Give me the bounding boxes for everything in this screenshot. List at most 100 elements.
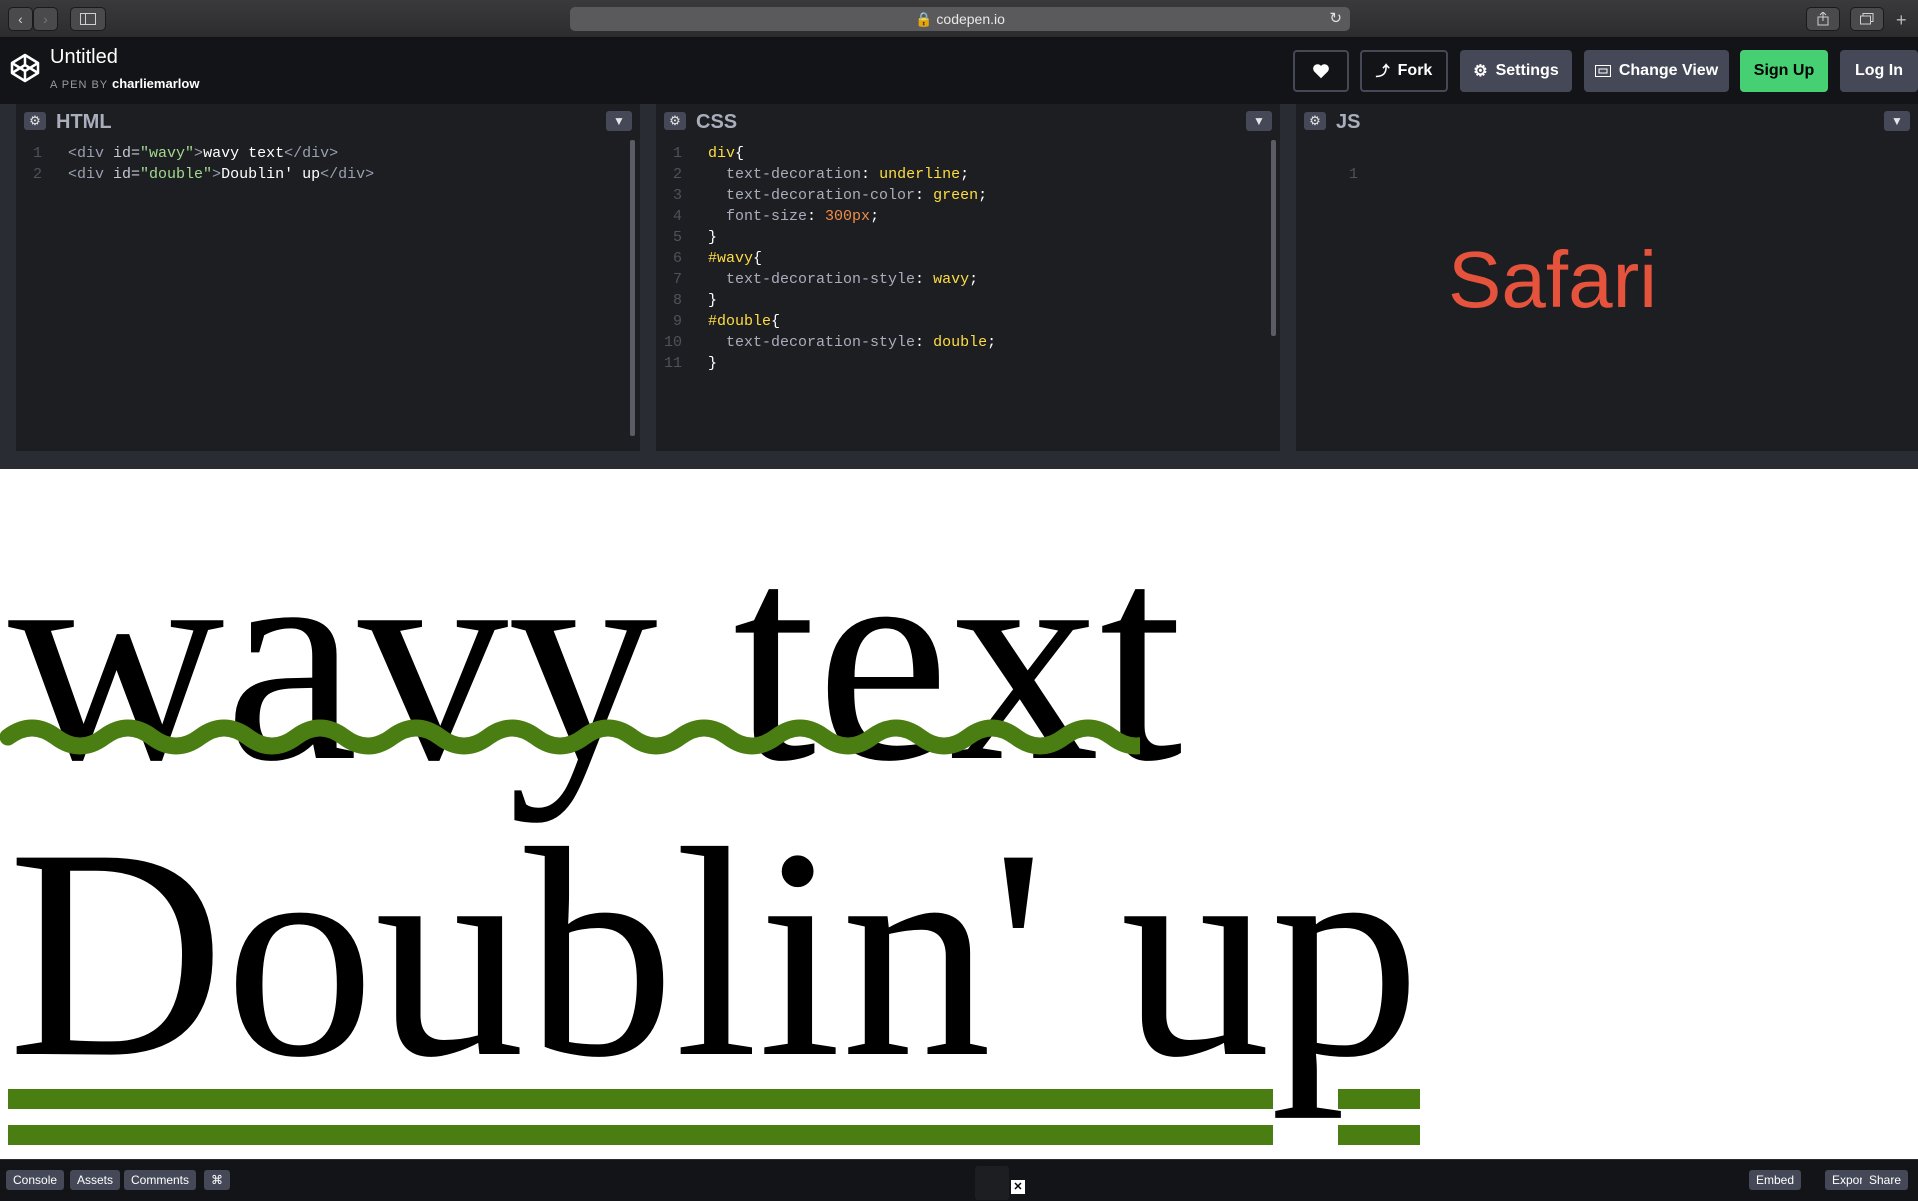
change-view-label: Change View xyxy=(1618,62,1719,79)
code-token: ; xyxy=(870,208,880,225)
wavy-underline xyxy=(0,719,1140,755)
js-editor-pane: ⚙ JS ▼ 1 Safari xyxy=(1296,104,1918,451)
code-token: : xyxy=(915,271,934,288)
code-token: "wavy" xyxy=(140,145,195,162)
sidebar-icon xyxy=(80,13,96,25)
address-bar[interactable]: 🔒 codepen.io ↻ xyxy=(570,7,1350,31)
code-token: : xyxy=(861,166,880,183)
line-number: 2 xyxy=(32,166,42,183)
pen-title[interactable]: Untitled xyxy=(50,46,118,69)
editor-bottom-resizer[interactable] xyxy=(0,451,1918,469)
back-button[interactable]: ‹ xyxy=(8,7,33,31)
layout-icon xyxy=(1594,65,1611,77)
line-number: 9 xyxy=(672,313,682,330)
code-line: 4 font-size: 300px; xyxy=(656,206,996,227)
code-line: 5} xyxy=(656,227,996,248)
line-number: 1 xyxy=(1349,166,1359,183)
code-token: "double" xyxy=(140,166,213,183)
code-token: > xyxy=(212,166,222,183)
fork-button[interactable]: ⤴ Fork xyxy=(1360,50,1448,92)
js-pane-title: JS xyxy=(1336,111,1361,133)
love-button[interactable] xyxy=(1293,50,1349,92)
code-token: { xyxy=(753,250,763,267)
code-token: : xyxy=(807,208,826,225)
pane-resizer[interactable] xyxy=(1280,104,1296,451)
lock-icon: 🔒 xyxy=(915,11,933,27)
css-code-editor[interactable]: 1 div{2 text-decoration: underline; 3 text… xyxy=(656,143,996,374)
css-pane-menu-chevron-down-icon[interactable]: ▼ xyxy=(1246,111,1272,131)
css-pane-title: CSS xyxy=(696,111,738,133)
fork-icon: ⤴ xyxy=(1375,63,1390,79)
heart-icon xyxy=(1313,64,1329,79)
code-line: 1 <div id="wavy">wavy text</div> xyxy=(16,143,374,164)
code-token: > xyxy=(194,145,204,162)
code-token: id= xyxy=(113,145,141,162)
code-token: text-decoration-style xyxy=(726,271,916,288)
doublin-up-text: Doublin' up xyxy=(8,787,1421,1119)
share-footer-button[interactable]: Share xyxy=(1862,1170,1909,1190)
line-number: 8 xyxy=(672,292,682,309)
left-edge xyxy=(0,104,16,451)
pane-resizer[interactable] xyxy=(640,104,656,451)
code-token: ; xyxy=(978,187,988,204)
close-icon[interactable]: ✕ xyxy=(1011,1180,1025,1194)
double-underline-bottom-left xyxy=(8,1125,1273,1145)
log-in-button[interactable]: Log In xyxy=(1840,50,1918,92)
code-line: 1 div{ xyxy=(656,143,996,164)
reload-icon[interactable]: ↻ xyxy=(1329,7,1342,31)
code-token: id= xyxy=(113,166,141,183)
embed-button[interactable]: Embed xyxy=(1749,1170,1802,1190)
html-settings-gear-icon[interactable]: ⚙ xyxy=(24,112,46,130)
comments-button[interactable]: Comments xyxy=(124,1170,197,1190)
double-underline-top-left xyxy=(8,1089,1273,1109)
code-token: : xyxy=(915,334,934,351)
css-scrollbar[interactable] xyxy=(1271,140,1276,336)
js-code-editor[interactable]: 1 xyxy=(1296,143,1384,206)
code-line: 6 #wavy{ xyxy=(656,248,996,269)
code-token: #wavy xyxy=(708,250,754,267)
code-line: 11} xyxy=(656,353,996,374)
pen-byline: A PEN BY charliemarlow xyxy=(50,76,199,91)
result-preview: wavy text Doublin' up xyxy=(0,469,1918,1159)
console-button[interactable]: Console xyxy=(6,1170,65,1190)
change-view-button[interactable]: Change View xyxy=(1584,50,1729,92)
html-scrollbar[interactable] xyxy=(630,140,635,436)
line-number: 6 xyxy=(672,250,682,267)
command-icon[interactable]: ⌘ xyxy=(204,1170,230,1190)
sign-up-button[interactable]: Sign Up xyxy=(1740,50,1828,92)
browser-toolbar: ‹ › 🔒 codepen.io ↻ + xyxy=(0,0,1918,38)
html-pane-menu-chevron-down-icon[interactable]: ▼ xyxy=(606,111,632,131)
share-button[interactable] xyxy=(1806,7,1840,31)
tabs-overview-button[interactable] xyxy=(1850,7,1884,31)
html-pane-title: HTML xyxy=(56,111,112,133)
code-token: double xyxy=(933,334,988,351)
code-token: <div xyxy=(68,145,114,162)
css-settings-gear-icon[interactable]: ⚙ xyxy=(664,112,686,130)
code-line: 2 text-decoration: underline; xyxy=(656,164,996,185)
settings-button[interactable]: ⚙ Settings xyxy=(1460,50,1572,92)
js-settings-gear-icon[interactable]: ⚙ xyxy=(1304,112,1326,130)
codepen-logo-icon[interactable] xyxy=(9,52,41,84)
safari-label: Safari xyxy=(1448,235,1657,324)
codepen-footer xyxy=(0,1159,1918,1201)
double-underline-top-right xyxy=(1338,1089,1420,1109)
author-link[interactable]: charliemarlow xyxy=(112,76,199,91)
drag-handle[interactable] xyxy=(975,1166,1009,1200)
code-line: 3 text-decoration-color: green; xyxy=(656,185,996,206)
double-underline-bottom-right xyxy=(1338,1125,1420,1145)
line-number: 4 xyxy=(672,208,682,225)
js-pane-menu-chevron-down-icon[interactable]: ▼ xyxy=(1884,111,1910,131)
sidebar-toggle-button[interactable] xyxy=(70,7,106,31)
sign-up-label: Sign Up xyxy=(1753,62,1815,79)
forward-button[interactable]: › xyxy=(33,7,58,31)
assets-button[interactable]: Assets xyxy=(70,1170,121,1190)
code-line: 10 text-decoration-style: double; xyxy=(656,332,996,353)
tabs-icon xyxy=(1860,13,1874,25)
code-token: ; xyxy=(960,166,970,183)
html-code-editor[interactable]: 1 <div id="wavy">wavy text</div> 2 <div id=… xyxy=(16,143,374,185)
new-tab-button[interactable]: + xyxy=(1896,10,1907,31)
